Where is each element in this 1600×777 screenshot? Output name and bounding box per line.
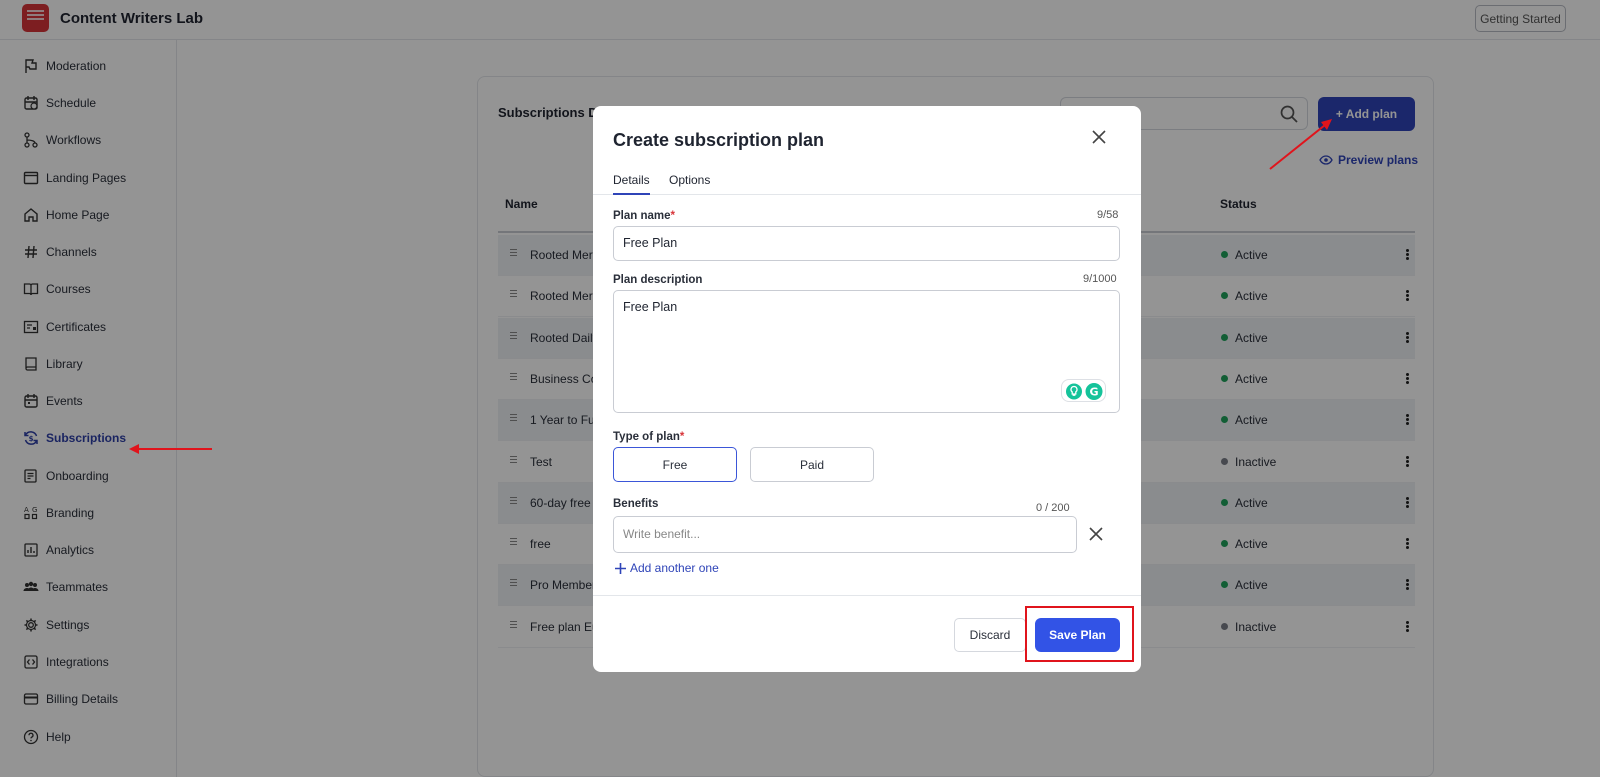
save-plan-highlight	[1025, 606, 1134, 662]
arrow-to-add-plan	[1269, 119, 1332, 170]
arrow-to-subscriptions	[129, 444, 212, 454]
annotation-overlay	[129, 119, 1332, 454]
